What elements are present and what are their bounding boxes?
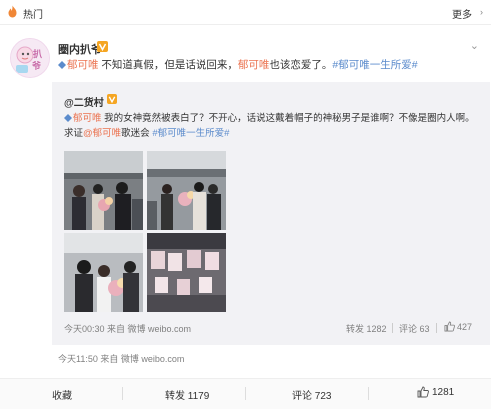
super-topic-icon [58, 61, 66, 69]
post-meta: 今天11:50 来自 微博 weibo.com [58, 354, 185, 364]
top-bar: 热门 更多 › [0, 0, 491, 25]
hashtag-link[interactable]: #郁可唯一生所爱# [152, 128, 229, 139]
verified-badge-icon [97, 41, 108, 52]
repost-forward-button[interactable]: 转发 1282 [346, 322, 387, 335]
action-bar: 收藏 转发 1179 评论 723 1281 [0, 378, 491, 409]
repost-card: @二货村 郁可唯 我的女神竟然被表白了？不开心，话说这戴着帽子的神秘男子是谁啊？… [52, 82, 490, 345]
more-link[interactable]: 更多 [452, 6, 472, 21]
svg-text:扒: 扒 [33, 48, 43, 60]
super-topic-icon [64, 114, 72, 122]
repost-text-part: 歌迷会 [121, 128, 153, 139]
repost-author-name[interactable]: @二货村 [64, 94, 104, 109]
svg-text:爷: 爷 [31, 60, 42, 72]
flame-icon [8, 5, 17, 18]
chevron-down-icon[interactable]: ⌄ [470, 39, 479, 52]
repost-like-count[interactable]: 427 [457, 322, 472, 332]
photo-1[interactable] [64, 151, 143, 230]
divider [245, 387, 246, 400]
divider [122, 387, 123, 400]
chevron-right-icon[interactable]: › [480, 7, 483, 17]
photo-4[interactable] [147, 233, 226, 312]
repost-meta: 今天00:30 来自 微博 weibo.com [64, 324, 192, 334]
hashtag-link[interactable]: #郁可唯一生所爱# [332, 59, 417, 71]
divider [368, 387, 369, 400]
repost-text: 郁可唯 我的女神竟然被表白了？不开心，话说这戴着帽子的神秘男子是谁啊？不像是圈内… [64, 111, 482, 141]
topic-link[interactable]: 郁可唯 [73, 113, 102, 124]
thumbs-up-icon[interactable] [444, 321, 455, 332]
post-text-part: 不知道真假，但是话说回来， [98, 59, 238, 71]
avatar[interactable]: 扒 爷 [10, 38, 50, 78]
like-button[interactable]: 1281 [432, 387, 454, 398]
mention-link[interactable]: @郁可唯 [83, 128, 121, 139]
post-text: 郁可唯 不知道真假，但是话说回来，郁可唯也该恋爱了。#郁可唯一生所爱# [58, 58, 478, 72]
favorite-button[interactable]: 收藏 [52, 387, 72, 402]
avatar-image: 扒 爷 [11, 39, 49, 77]
topic-link[interactable]: 郁可唯 [67, 59, 99, 71]
divider [392, 323, 393, 333]
repost-comment-button[interactable]: 评论 63 [399, 322, 430, 335]
post-text-part: 也该恋爱了。 [269, 59, 333, 71]
comment-button[interactable]: 评论 723 [292, 387, 331, 402]
topic-link[interactable]: 郁可唯 [238, 59, 270, 71]
section-label: 热门 [23, 10, 43, 21]
thumbs-up-icon[interactable] [417, 386, 429, 398]
divider [436, 323, 437, 333]
photo-2[interactable] [147, 151, 226, 230]
photo-3[interactable] [64, 233, 143, 312]
forward-button[interactable]: 转发 1179 [165, 387, 209, 402]
verified-badge-icon [107, 94, 117, 104]
post-author-name[interactable]: 圈内扒爷 [58, 41, 102, 57]
